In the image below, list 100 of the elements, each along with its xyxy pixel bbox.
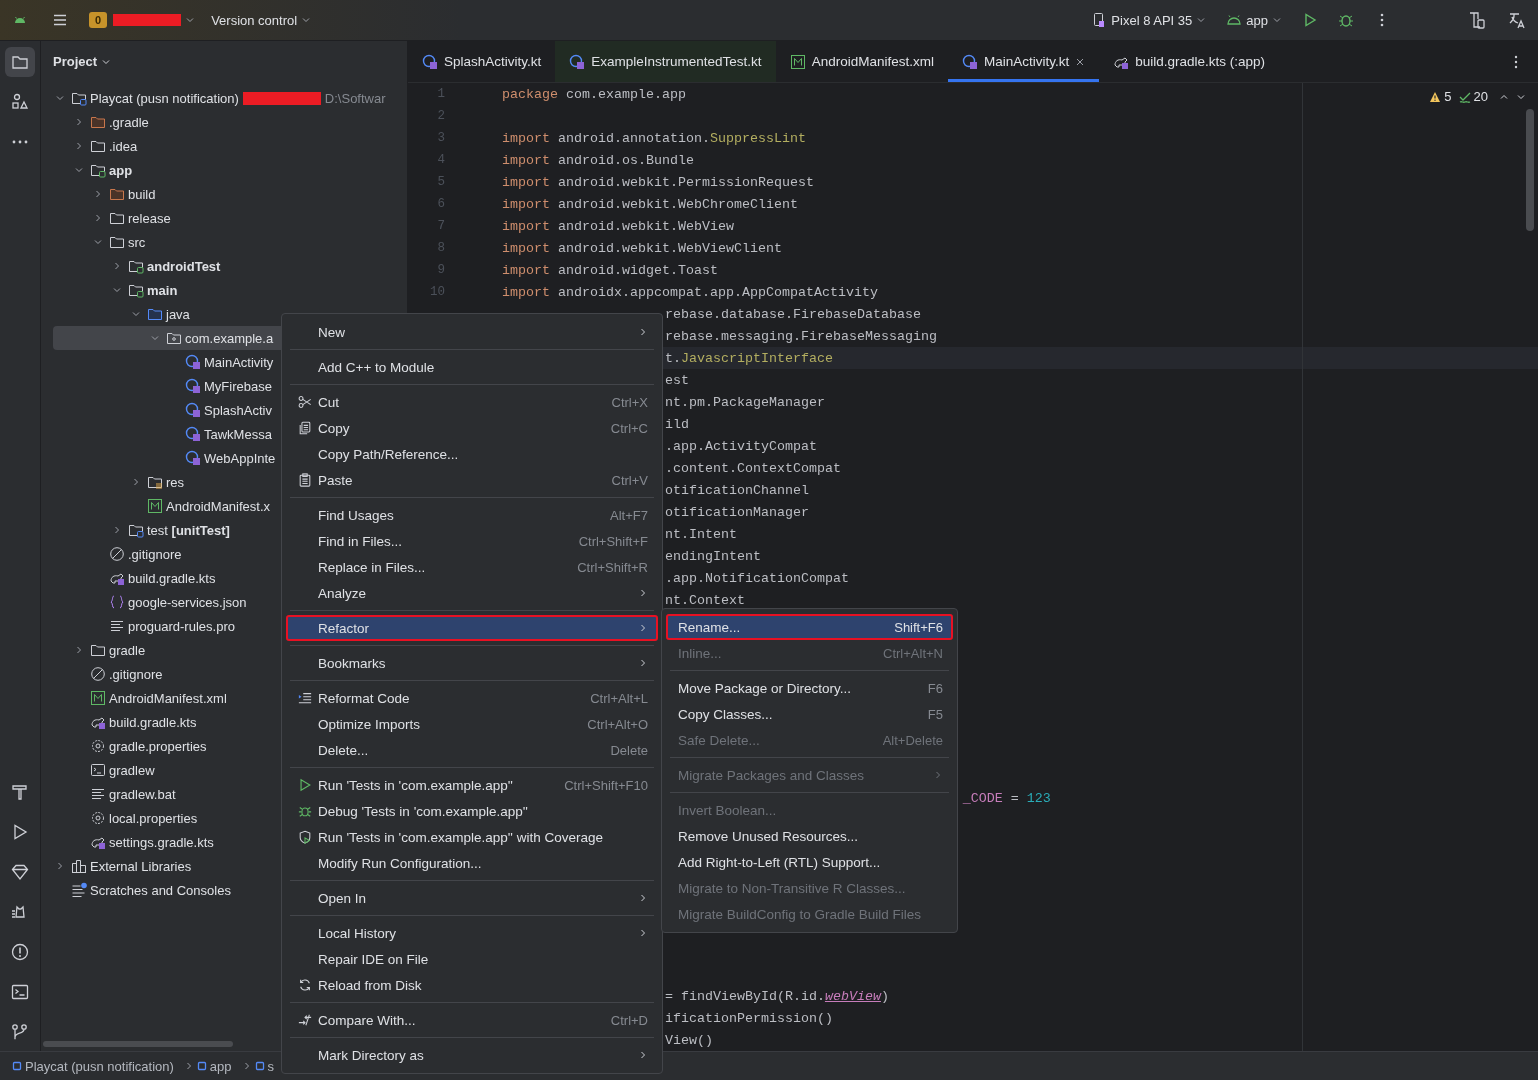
breadcrumb[interactable]: app [209, 1058, 232, 1074]
chevron-icon[interactable] [93, 213, 103, 223]
run-icon[interactable] [11, 823, 29, 841]
menu-item[interactable]: Repair IDE on File [286, 946, 658, 972]
menu-item[interactable]: Paste Ctrl+V [286, 467, 658, 493]
tree-item-label: MainActivity [204, 354, 274, 370]
chevron-icon[interactable] [93, 237, 103, 247]
breadcrumb[interactable]: s [267, 1058, 275, 1074]
tree-item[interactable]: src [41, 230, 407, 254]
hammer-icon[interactable] [11, 783, 29, 801]
chevron-icon[interactable] [131, 309, 141, 319]
tree-item[interactable]: Playcat (pusn notification) D:\Softwar [41, 86, 407, 110]
manifest-icon [90, 690, 106, 706]
editor-tab[interactable]: build.gradle.kts (:app) [1099, 41, 1280, 82]
chevron-down-icon[interactable] [1272, 15, 1282, 25]
kotlin-class-icon [422, 53, 438, 70]
chevron-icon[interactable] [131, 477, 141, 487]
menu-item[interactable]: Run 'Tests in 'com.example.app'' with Coverage [286, 824, 658, 850]
menu-item[interactable]: Bookmarks [286, 650, 658, 676]
tree-item-label: Scratches and Consoles [90, 882, 231, 898]
editor-tab[interactable]: ExampleInstrumentedTest.kt [555, 41, 776, 82]
version-control-menu[interactable]: Version control [211, 12, 298, 28]
chevron-icon[interactable] [74, 645, 84, 655]
tree-item[interactable]: .gradle [41, 110, 407, 134]
menu-item[interactable]: Modify Run Configuration... [286, 850, 658, 876]
menu-item[interactable]: Debug 'Tests in 'com.example.app'' [286, 798, 658, 824]
menu-item[interactable]: Open In [286, 885, 658, 911]
check-icon[interactable] [1458, 90, 1471, 103]
menu-item[interactable]: Find Usages Alt+F7 [286, 502, 658, 528]
menu-item[interactable]: Copy Path/Reference... [286, 441, 658, 467]
chevron-icon[interactable] [112, 525, 122, 535]
menu-item[interactable]: Refactor [286, 615, 658, 641]
menu-item[interactable]: Copy Ctrl+C [286, 415, 658, 441]
menu-item-label: Mark Directory as [318, 1047, 425, 1063]
tree-item[interactable]: release [41, 206, 407, 230]
tree-item[interactable]: .idea [41, 134, 407, 158]
tool-window-button[interactable] [5, 47, 35, 77]
tree-item[interactable]: app [41, 158, 407, 182]
chevron-icon[interactable] [74, 165, 84, 175]
tree-item[interactable]: androidTest [41, 254, 407, 278]
menu-item[interactable]: Move Package or Directory... F6 [666, 675, 953, 701]
editor-tab[interactable]: AndroidManifest.xml [775, 41, 948, 82]
editor-tab[interactable]: SplashActivity.kt [408, 41, 556, 82]
chevron-down-icon[interactable] [301, 15, 312, 25]
chevron-down-icon[interactable] [185, 15, 196, 25]
project-badge[interactable]: 0 [89, 12, 108, 28]
menu-item[interactable]: Remove Unused Resources... [666, 823, 953, 849]
device-selector[interactable]: Pixel 8 API 35 [1111, 12, 1193, 28]
scrollbar[interactable] [43, 1041, 233, 1047]
tree-item[interactable]: main [41, 278, 407, 302]
device-manager-icon[interactable] [1468, 11, 1486, 29]
run-configuration-selector[interactable]: app [1246, 12, 1268, 28]
menu-item[interactable]: Analyze [286, 580, 658, 606]
run-icon[interactable] [1302, 12, 1318, 28]
gem-icon[interactable] [11, 863, 29, 881]
weak-warning-count[interactable]: 20 [1473, 89, 1488, 104]
chevron-down-icon[interactable] [1196, 15, 1207, 25]
chevron-icon[interactable] [55, 861, 65, 871]
menu-item[interactable]: Compare With... Ctrl+D [286, 1007, 658, 1033]
menu-item[interactable]: Reformat Code Ctrl+Alt+L [286, 685, 658, 711]
bug-icon[interactable] [1338, 12, 1354, 28]
kotlin-class-icon [185, 402, 201, 418]
breadcrumb[interactable]: Playcat (pusn notification) [25, 1058, 174, 1074]
code-line: t.JavascriptInterface [664, 350, 833, 366]
warning-count[interactable]: 5 [1444, 89, 1452, 104]
menu-item[interactable]: Copy Classes... F5 [666, 701, 953, 727]
scrollbar[interactable] [1526, 109, 1534, 231]
menu-item[interactable]: Replace in Files... Ctrl+Shift+R [286, 554, 658, 580]
tree-item[interactable]: build [41, 182, 407, 206]
code-line: import android.os.Bundle [502, 152, 694, 168]
warning-icon[interactable] [1429, 90, 1442, 103]
menu-item[interactable]: Local History [286, 920, 658, 946]
git-branch-icon[interactable] [11, 1023, 29, 1041]
menu-item[interactable]: Mark Directory as [286, 1042, 658, 1068]
chevron-icon[interactable] [74, 141, 84, 151]
chevron-icon[interactable] [112, 261, 122, 271]
menu-item[interactable]: Add Right-to-Left (RTL) Support... [666, 849, 953, 875]
tree-item-label: src [128, 234, 146, 250]
folder-icon [109, 210, 125, 226]
resource-folder-icon [147, 474, 163, 490]
menu-item[interactable]: Find in Files... Ctrl+Shift+F [286, 528, 658, 554]
module-folder-icon [128, 258, 144, 274]
tree-item-label: TawkMessa [204, 426, 272, 442]
editor-tab[interactable]: MainActivity.kt [947, 41, 1100, 82]
translate-icon[interactable] [1508, 11, 1526, 29]
menu-icon[interactable] [52, 12, 68, 28]
chevron-icon[interactable] [74, 117, 84, 127]
chevron-icon[interactable] [112, 285, 122, 295]
chevron-icon[interactable] [93, 189, 103, 199]
problems-icon[interactable] [11, 943, 29, 961]
code-line: import android.webkit.PermissionRequest [502, 174, 814, 190]
menu-item[interactable]: Rename... Shift+F6 [666, 614, 953, 640]
shortcut-label: F5 [927, 706, 943, 722]
menu-item[interactable]: Reload from Disk [286, 972, 658, 998]
chevron-icon[interactable] [55, 93, 65, 103]
close-icon[interactable] [1075, 56, 1086, 67]
terminal-icon[interactable] [11, 983, 29, 1001]
chevron-icon[interactable] [150, 333, 160, 343]
menu-item[interactable]: Optimize Imports Ctrl+Alt+O [286, 711, 658, 737]
project-panel-title[interactable]: Project [53, 54, 98, 69]
